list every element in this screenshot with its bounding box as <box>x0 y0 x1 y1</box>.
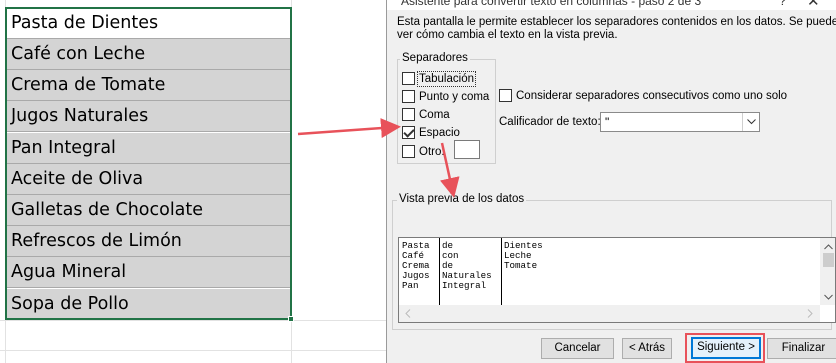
other-separator-input[interactable] <box>454 140 480 159</box>
semicolon-checkbox[interactable]: Punto y coma <box>402 90 489 103</box>
chevron-down-icon[interactable] <box>742 113 759 131</box>
grid-line <box>0 320 395 321</box>
tab-checkbox-label: Tabulación <box>417 70 476 87</box>
scroll-right-icon[interactable] <box>807 309 813 318</box>
scroll-up-icon[interactable] <box>824 244 833 250</box>
qualifier-select[interactable]: " <box>600 112 760 132</box>
space-checkbox-label: Espacio <box>419 126 460 139</box>
preview-cell: Tomate <box>504 260 538 271</box>
preview-cell: Integral <box>442 280 487 291</box>
fill-handle[interactable] <box>288 316 294 322</box>
cell-a7[interactable]: Galletas de Chocolate <box>6 195 291 226</box>
scroll-down-icon[interactable] <box>824 294 833 300</box>
comma-checkbox-box[interactable] <box>402 108 415 121</box>
dialog-description: Esta pantalla le permite establecer los … <box>397 16 836 41</box>
cell-a3[interactable]: Crema de Tomate <box>6 70 291 101</box>
spreadsheet[interactable]: Pasta de Dientes Café con Leche Crema de… <box>0 0 395 363</box>
preview-cell: Pan <box>402 280 419 291</box>
preview-label: Vista previa de los datos <box>397 193 527 205</box>
semicolon-checkbox-label: Punto y coma <box>419 90 490 103</box>
qualifier-label: Calificador de texto: <box>499 116 601 128</box>
cancel-button[interactable]: Cancelar <box>541 338 614 359</box>
tab-checkbox[interactable]: Tabulación <box>402 70 476 87</box>
preview-vertical-scrollbar[interactable] <box>820 238 835 305</box>
scroll-thumb[interactable] <box>823 253 834 267</box>
close-icon[interactable]: ✕ <box>807 0 820 10</box>
cell-a10[interactable]: Sopa de Pollo <box>6 289 291 320</box>
grid-line <box>291 0 292 363</box>
grid-line <box>0 350 395 351</box>
other-checkbox-label: Otro: <box>419 145 445 158</box>
cell-a5[interactable]: Pan Integral <box>6 133 291 164</box>
tab-checkbox-box[interactable] <box>402 72 415 85</box>
cell-a4[interactable]: Jugos Naturales <box>6 101 291 132</box>
other-checkbox[interactable]: Otro: <box>402 145 445 158</box>
consecutive-checkbox-label: Considerar separadores consecutivos como… <box>516 89 788 102</box>
cell-a2[interactable]: Café con Leche <box>6 39 291 70</box>
next-button[interactable]: Siguiente > <box>691 337 761 359</box>
back-button[interactable]: < Atrás <box>622 338 672 359</box>
qualifier-value: " <box>605 115 610 129</box>
scroll-left-icon[interactable] <box>405 309 411 318</box>
space-checkbox[interactable]: Espacio <box>402 126 460 139</box>
cell-a1[interactable]: Pasta de Dientes <box>6 8 291 39</box>
dialog-title: Asistente para convertir texto en column… <box>401 0 702 8</box>
comma-checkbox[interactable]: Coma <box>402 108 450 121</box>
other-checkbox-box[interactable] <box>402 145 415 158</box>
finish-button[interactable]: Finalizar <box>767 338 836 359</box>
cell-a9[interactable]: Agua Mineral <box>6 257 291 288</box>
consecutive-checkbox[interactable]: Considerar separadores consecutivos como… <box>499 89 787 102</box>
cell-a8[interactable]: Refrescos de Limón <box>6 226 291 257</box>
consecutive-checkbox-box[interactable] <box>499 89 512 102</box>
column-break-line <box>439 238 440 305</box>
column-break-line <box>501 238 502 305</box>
text-to-columns-dialog: Asistente para convertir texto en column… <box>386 0 836 363</box>
data-preview[interactable]: Pasta de Dientes Café con Leche Crema de… <box>398 237 836 323</box>
semicolon-checkbox-box[interactable] <box>402 90 415 103</box>
preview-horizontal-scrollbar[interactable] <box>399 305 820 322</box>
space-checkbox-box[interactable] <box>402 126 415 139</box>
title-bar[interactable]: Asistente para convertir texto en column… <box>387 0 836 10</box>
help-icon[interactable]: ? <box>779 0 786 8</box>
separators-label: Separadores <box>400 52 470 64</box>
cell-a6[interactable]: Aceite de Oliva <box>6 164 291 195</box>
comma-checkbox-label: Coma <box>419 108 450 121</box>
